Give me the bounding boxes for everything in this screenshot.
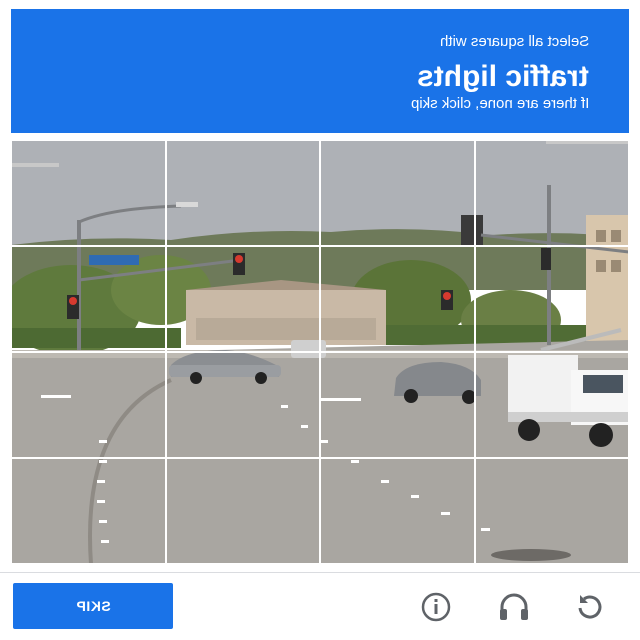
challenge-footer: SKIP [0, 573, 640, 640]
grid-tile-11[interactable] [320, 352, 475, 458]
grid-tile-2[interactable] [165, 140, 320, 246]
grid-tile-4[interactable] [474, 140, 629, 246]
grid-tile-9[interactable] [11, 352, 166, 458]
grid-tile-13[interactable] [11, 458, 166, 564]
captcha-challenge: Select all squares with traffic lights I… [0, 0, 640, 640]
skip-hint-text: If there are none, click skip [410, 95, 589, 112]
grid-tile-16[interactable] [474, 458, 629, 564]
grid-tile-14[interactable] [165, 458, 320, 564]
skip-button[interactable]: SKIP [13, 583, 173, 629]
grid-tile-1[interactable] [11, 140, 166, 246]
tile-grid [11, 140, 629, 564]
instruction-text: Select all squares with [439, 33, 589, 50]
target-label: traffic lights [417, 60, 589, 93]
grid-tile-8[interactable] [474, 246, 629, 352]
grid-tile-3[interactable] [320, 140, 475, 246]
grid-tile-15[interactable] [320, 458, 475, 564]
grid-tile-10[interactable] [165, 352, 320, 458]
grid-tile-7[interactable] [320, 246, 475, 352]
image-grid [11, 140, 629, 564]
challenge-header: Select all squares with traffic lights I… [11, 9, 629, 133]
reload-icon[interactable] [572, 589, 608, 625]
grid-tile-12[interactable] [474, 352, 629, 458]
grid-tile-5[interactable] [11, 246, 166, 352]
grid-tile-6[interactable] [165, 246, 320, 352]
info-icon[interactable] [418, 589, 454, 625]
skip-button-label: SKIP [75, 598, 111, 614]
headphones-icon[interactable] [496, 589, 532, 625]
